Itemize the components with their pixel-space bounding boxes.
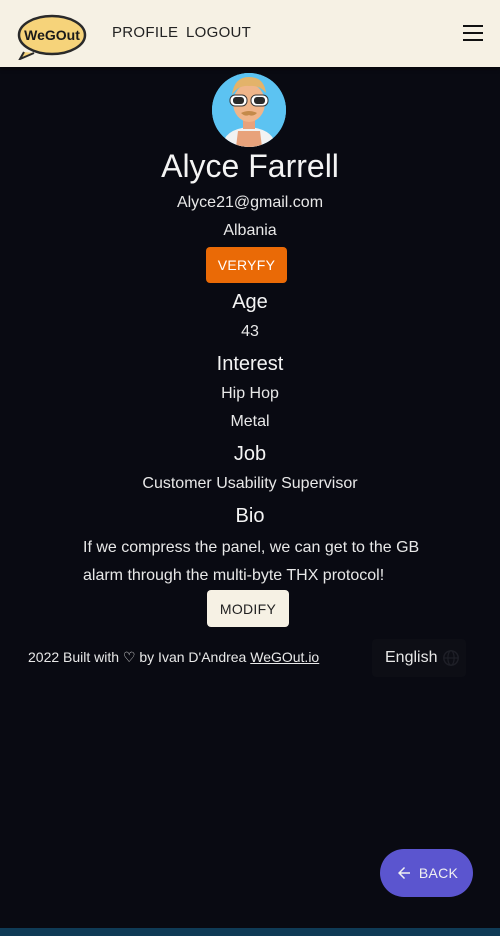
age-value: 43 bbox=[241, 323, 259, 340]
avatar bbox=[212, 73, 286, 147]
profile-email: Alyce21@gmail.com bbox=[176, 194, 324, 211]
profile-name: Alyce Farrell bbox=[161, 148, 339, 184]
job-value: Customer Usability Supervisor bbox=[142, 475, 358, 492]
age-heading: Age bbox=[232, 291, 268, 313]
interest-heading: Interest bbox=[216, 353, 284, 375]
nav-profile-link[interactable]: PROFILE bbox=[112, 24, 178, 41]
bio-heading: Bio bbox=[235, 505, 265, 527]
nav-logout-link[interactable]: LOGOUT bbox=[186, 24, 251, 41]
logo-text: WeGOut bbox=[24, 27, 80, 43]
profile-country: Albania bbox=[223, 222, 277, 239]
footer-text: 2022 Built with ♡ by Ivan D'Andrea bbox=[28, 649, 247, 665]
back-label: BACK bbox=[418, 865, 459, 881]
language-selector[interactable]: English bbox=[372, 639, 466, 677]
language-label: English bbox=[385, 649, 438, 666]
modify-button[interactable]: MODIFY bbox=[207, 590, 289, 627]
arrow-left-icon bbox=[397, 867, 410, 879]
verify-button[interactable]: VERYFY bbox=[206, 247, 287, 283]
bio-line: If we compress the panel, we can get to … bbox=[83, 539, 420, 556]
top-app-bar: WeGOut PROFILE LOGOUT bbox=[0, 0, 500, 67]
wegout-logo[interactable]: WeGOut bbox=[16, 12, 88, 60]
job-heading: Job bbox=[233, 443, 267, 465]
avatar-illustration bbox=[212, 73, 286, 147]
interest-item: Hip Hop bbox=[221, 385, 279, 402]
bio-text: If we compress the panel, we can get to … bbox=[83, 534, 423, 590]
bottom-strip bbox=[0, 928, 500, 936]
footer-credits: 2022 Built with ♡ by Ivan D'Andrea WeGOu… bbox=[28, 649, 319, 666]
hamburger-menu-icon[interactable] bbox=[463, 25, 483, 41]
bio-line: alarm through the multi-byte THX protoco… bbox=[83, 567, 385, 584]
globe-icon bbox=[443, 650, 459, 666]
interest-item: Metal bbox=[230, 413, 270, 430]
back-button[interactable]: BACK bbox=[380, 849, 473, 897]
footer-link[interactable]: WeGOut.io bbox=[250, 649, 319, 665]
